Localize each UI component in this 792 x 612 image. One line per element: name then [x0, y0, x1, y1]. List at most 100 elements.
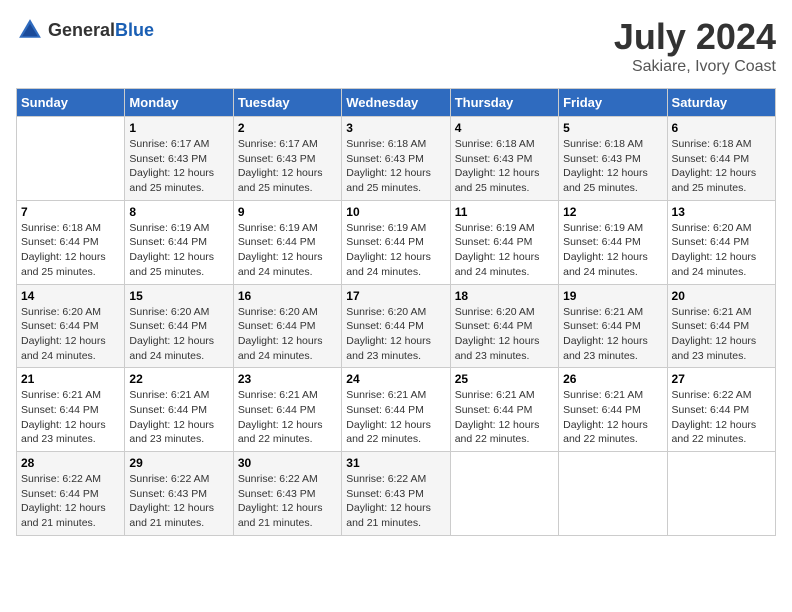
day-detail: Sunrise: 6:18 AM Sunset: 6:43 PM Dayligh… — [563, 137, 662, 196]
calendar-cell — [450, 452, 558, 536]
day-number: 8 — [129, 205, 228, 219]
day-number: 5 — [563, 121, 662, 135]
day-detail: Sunrise: 6:20 AM Sunset: 6:44 PM Dayligh… — [346, 305, 445, 364]
day-detail: Sunrise: 6:20 AM Sunset: 6:44 PM Dayligh… — [129, 305, 228, 364]
day-detail: Sunrise: 6:19 AM Sunset: 6:44 PM Dayligh… — [129, 221, 228, 280]
day-number: 31 — [346, 456, 445, 470]
day-number: 28 — [21, 456, 120, 470]
day-detail: Sunrise: 6:22 AM Sunset: 6:43 PM Dayligh… — [129, 472, 228, 531]
day-number: 23 — [238, 372, 337, 386]
day-detail: Sunrise: 6:22 AM Sunset: 6:43 PM Dayligh… — [346, 472, 445, 531]
calendar-cell: 4 Sunrise: 6:18 AM Sunset: 6:43 PM Daylig… — [450, 117, 558, 201]
day-number: 9 — [238, 205, 337, 219]
day-detail: Sunrise: 6:22 AM Sunset: 6:44 PM Dayligh… — [21, 472, 120, 531]
day-detail: Sunrise: 6:22 AM Sunset: 6:44 PM Dayligh… — [672, 388, 771, 447]
day-number: 3 — [346, 121, 445, 135]
calendar-cell: 11 Sunrise: 6:19 AM Sunset: 6:44 PM Dayli… — [450, 200, 558, 284]
day-number: 19 — [563, 289, 662, 303]
calendar-cell: 7Sunrise: 6:18 AM Sunset: 6:44 PM Daylig… — [17, 200, 125, 284]
day-number: 10 — [346, 205, 445, 219]
day-detail: Sunrise: 6:21 AM Sunset: 6:44 PM Dayligh… — [238, 388, 337, 447]
day-detail: Sunrise: 6:18 AM Sunset: 6:43 PM Dayligh… — [455, 137, 554, 196]
calendar-week-row: 1Sunrise: 6:17 AM Sunset: 6:43 PM Daylig… — [17, 117, 776, 201]
day-of-week-header: Saturday — [667, 89, 775, 117]
day-number: 18 — [455, 289, 554, 303]
day-of-week-header: Wednesday — [342, 89, 450, 117]
day-detail: Sunrise: 6:21 AM Sunset: 6:44 PM Dayligh… — [563, 388, 662, 447]
calendar-cell: 20 Sunrise: 6:21 AM Sunset: 6:44 PM Dayli… — [667, 284, 775, 368]
calendar-week-row: 14 Sunrise: 6:20 AM Sunset: 6:44 PM Dayli… — [17, 284, 776, 368]
calendar-cell: 14 Sunrise: 6:20 AM Sunset: 6:44 PM Dayli… — [17, 284, 125, 368]
day-detail: Sunrise: 6:17 AM Sunset: 6:43 PM Dayligh… — [129, 137, 228, 196]
day-number: 26 — [563, 372, 662, 386]
calendar-body: 1Sunrise: 6:17 AM Sunset: 6:43 PM Daylig… — [17, 117, 776, 536]
calendar-table: SundayMondayTuesdayWednesdayThursdayFrid… — [16, 88, 776, 536]
calendar-week-row: 21 Sunrise: 6:21 AM Sunset: 6:44 PM Dayli… — [17, 368, 776, 452]
day-detail: Sunrise: 6:18 AM Sunset: 6:44 PM Dayligh… — [21, 221, 120, 280]
calendar-cell: 5 Sunrise: 6:18 AM Sunset: 6:43 PM Daylig… — [559, 117, 667, 201]
day-detail: Sunrise: 6:21 AM Sunset: 6:44 PM Dayligh… — [21, 388, 120, 447]
day-number: 6 — [672, 121, 771, 135]
day-number: 20 — [672, 289, 771, 303]
day-of-week-header: Friday — [559, 89, 667, 117]
calendar-cell — [17, 117, 125, 201]
day-number: 14 — [21, 289, 120, 303]
day-detail: Sunrise: 6:20 AM Sunset: 6:44 PM Dayligh… — [21, 305, 120, 364]
logo-icon — [16, 16, 44, 44]
calendar-cell: 23 Sunrise: 6:21 AM Sunset: 6:44 PM Dayli… — [233, 368, 341, 452]
day-number: 21 — [21, 372, 120, 386]
day-of-week-header: Sunday — [17, 89, 125, 117]
day-number: 13 — [672, 205, 771, 219]
day-number: 22 — [129, 372, 228, 386]
calendar-cell: 28 Sunrise: 6:22 AM Sunset: 6:44 PM Dayli… — [17, 452, 125, 536]
day-detail: Sunrise: 6:20 AM Sunset: 6:44 PM Dayligh… — [455, 305, 554, 364]
calendar-cell: 8 Sunrise: 6:19 AM Sunset: 6:44 PM Daylig… — [125, 200, 233, 284]
calendar-cell: 15 Sunrise: 6:20 AM Sunset: 6:44 PM Dayli… — [125, 284, 233, 368]
calendar-cell: 17 Sunrise: 6:20 AM Sunset: 6:44 PM Dayli… — [342, 284, 450, 368]
day-detail: Sunrise: 6:18 AM Sunset: 6:44 PM Dayligh… — [672, 137, 771, 196]
calendar-cell: 26 Sunrise: 6:21 AM Sunset: 6:44 PM Dayli… — [559, 368, 667, 452]
day-detail: Sunrise: 6:17 AM Sunset: 6:43 PM Dayligh… — [238, 137, 337, 196]
day-detail: Sunrise: 6:22 AM Sunset: 6:43 PM Dayligh… — [238, 472, 337, 531]
day-detail: Sunrise: 6:19 AM Sunset: 6:44 PM Dayligh… — [455, 221, 554, 280]
calendar-cell — [667, 452, 775, 536]
calendar-cell: 25 Sunrise: 6:21 AM Sunset: 6:44 PM Dayli… — [450, 368, 558, 452]
calendar-cell: 3 Sunrise: 6:18 AM Sunset: 6:43 PM Daylig… — [342, 117, 450, 201]
day-number: 25 — [455, 372, 554, 386]
calendar-cell: 21 Sunrise: 6:21 AM Sunset: 6:44 PM Dayli… — [17, 368, 125, 452]
day-number: 11 — [455, 205, 554, 219]
calendar-cell: 27 Sunrise: 6:22 AM Sunset: 6:44 PM Dayli… — [667, 368, 775, 452]
calendar-cell: 2 Sunrise: 6:17 AM Sunset: 6:43 PM Daylig… — [233, 117, 341, 201]
calendar-cell: 10Sunrise: 6:19 AM Sunset: 6:44 PM Dayli… — [342, 200, 450, 284]
calendar-cell: 19Sunrise: 6:21 AM Sunset: 6:44 PM Dayli… — [559, 284, 667, 368]
title-block: July 2024 Sakiare, Ivory Coast — [614, 16, 776, 76]
logo: GeneralBlue — [16, 16, 154, 44]
calendar-cell: 9 Sunrise: 6:19 AM Sunset: 6:44 PM Daylig… — [233, 200, 341, 284]
day-detail: Sunrise: 6:21 AM Sunset: 6:44 PM Dayligh… — [672, 305, 771, 364]
day-number: 15 — [129, 289, 228, 303]
day-number: 27 — [672, 372, 771, 386]
calendar-cell: 12Sunrise: 6:19 AM Sunset: 6:44 PM Dayli… — [559, 200, 667, 284]
calendar-cell: 6 Sunrise: 6:18 AM Sunset: 6:44 PM Daylig… — [667, 117, 775, 201]
day-number: 17 — [346, 289, 445, 303]
calendar-cell: 24Sunrise: 6:21 AM Sunset: 6:44 PM Dayli… — [342, 368, 450, 452]
day-detail: Sunrise: 6:21 AM Sunset: 6:44 PM Dayligh… — [455, 388, 554, 447]
calendar-cell: 29Sunrise: 6:22 AM Sunset: 6:43 PM Dayli… — [125, 452, 233, 536]
day-detail: Sunrise: 6:21 AM Sunset: 6:44 PM Dayligh… — [129, 388, 228, 447]
calendar-week-row: 7Sunrise: 6:18 AM Sunset: 6:44 PM Daylig… — [17, 200, 776, 284]
calendar-cell: 30Sunrise: 6:22 AM Sunset: 6:43 PM Dayli… — [233, 452, 341, 536]
calendar-cell — [559, 452, 667, 536]
day-number: 2 — [238, 121, 337, 135]
day-detail: Sunrise: 6:19 AM Sunset: 6:44 PM Dayligh… — [238, 221, 337, 280]
day-detail: Sunrise: 6:18 AM Sunset: 6:43 PM Dayligh… — [346, 137, 445, 196]
calendar-header-row: SundayMondayTuesdayWednesdayThursdayFrid… — [17, 89, 776, 117]
calendar-cell: 13Sunrise: 6:20 AM Sunset: 6:44 PM Dayli… — [667, 200, 775, 284]
page-header: GeneralBlue July 2024 Sakiare, Ivory Coa… — [16, 16, 776, 76]
logo-text-general: General — [48, 20, 115, 40]
calendar-cell: 1Sunrise: 6:17 AM Sunset: 6:43 PM Daylig… — [125, 117, 233, 201]
day-number: 4 — [455, 121, 554, 135]
calendar-cell: 22 Sunrise: 6:21 AM Sunset: 6:44 PM Dayli… — [125, 368, 233, 452]
calendar-cell: 31 Sunrise: 6:22 AM Sunset: 6:43 PM Dayli… — [342, 452, 450, 536]
calendar-cell: 18 Sunrise: 6:20 AM Sunset: 6:44 PM Dayli… — [450, 284, 558, 368]
day-number: 24 — [346, 372, 445, 386]
